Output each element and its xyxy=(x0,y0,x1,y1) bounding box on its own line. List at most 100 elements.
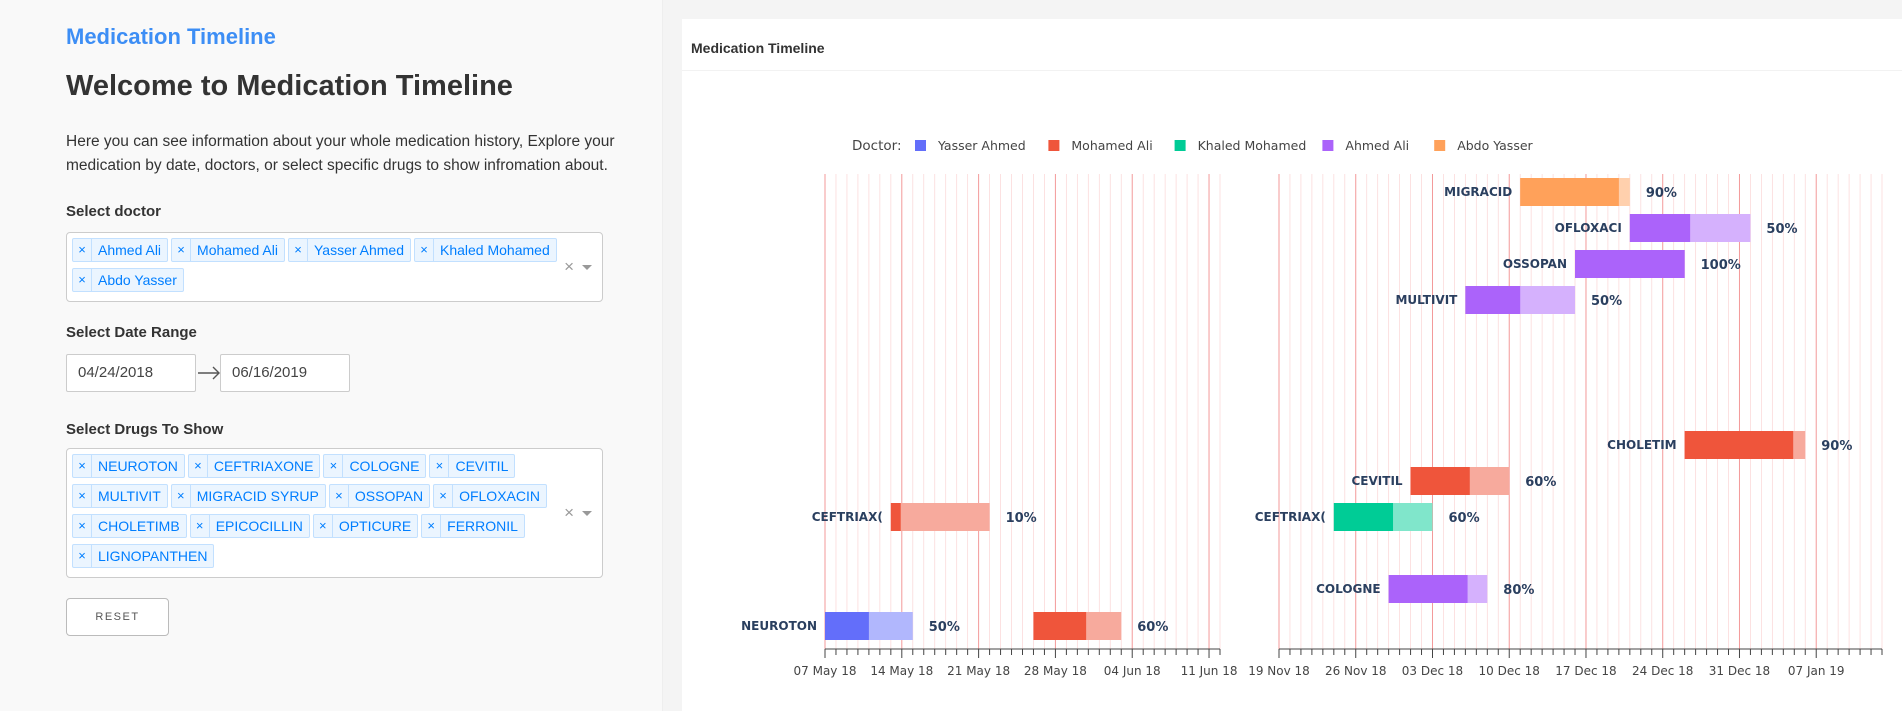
bar-percent-label: 10% xyxy=(1006,511,1037,526)
bar-progress[interactable] xyxy=(1333,503,1394,531)
drug-chip: × FERRONIL xyxy=(421,514,525,538)
drug-chip-label: MIGRACID SYRUP xyxy=(196,488,319,504)
remove-drug-icon[interactable]: × xyxy=(73,485,92,507)
chart-card: Medication Timeline Doctor: Yasser Ahmed M… xyxy=(682,19,1902,711)
remove-drug-icon[interactable]: × xyxy=(191,515,210,537)
drug-row-label: COLOGNE xyxy=(1316,582,1381,596)
x-tick-label: 03 Dec 18 xyxy=(1402,664,1463,678)
doctor-multiselect[interactable]: × Ahmed Ali × Mohamed Ali × Yasser Ahmed × Khal… xyxy=(66,232,603,302)
bar-progress[interactable] xyxy=(1575,250,1685,278)
doctor-chip-list: × Ahmed Ali × Mohamed Ali × Yasser Ahmed × Khal… xyxy=(72,238,562,298)
drug-row-label: CEFTRIAX( xyxy=(1255,510,1326,524)
doctor-chip: × Yasser Ahmed xyxy=(287,238,411,262)
clear-drugs-icon[interactable]: × xyxy=(564,503,574,523)
doctor-chip: × Abdo Yasser xyxy=(72,268,184,292)
legend-swatch[interactable] xyxy=(1434,140,1446,151)
drug-row-label: CEVITIL xyxy=(1352,474,1403,488)
drugs-select-controls: × xyxy=(564,503,592,523)
date-range-label: Select Date Range xyxy=(66,324,197,341)
drug-chip: × CHOLETIMB xyxy=(72,514,187,538)
drug-chip-label: CEFTRIAXONE xyxy=(213,458,314,474)
drugs-select-label: Select Drugs To Show xyxy=(66,421,224,438)
legend-swatch[interactable] xyxy=(1174,140,1186,151)
bar-progress[interactable] xyxy=(890,503,901,531)
remove-drug-icon[interactable]: × xyxy=(434,485,454,507)
remove-drug-icon[interactable]: × xyxy=(324,455,344,477)
remove-drug-icon[interactable]: × xyxy=(314,515,333,537)
clear-doctors-icon[interactable]: × xyxy=(564,257,574,277)
remove-drug-icon[interactable]: × xyxy=(422,515,442,537)
reset-button[interactable]: RESET xyxy=(66,598,169,636)
start-date-input[interactable]: 04/24/2018 xyxy=(66,354,196,392)
page-title: Welcome to Medication Timeline xyxy=(66,70,513,102)
legend-swatch[interactable] xyxy=(915,140,926,151)
remove-doctor-icon[interactable]: × xyxy=(172,239,192,261)
drug-chip: × MIGRACID SYRUP xyxy=(170,484,326,508)
x-tick-label: 19 Nov 18 xyxy=(1248,664,1310,678)
bar-progress[interactable] xyxy=(1033,612,1087,640)
control-panel: Medication Timeline Welcome to Medicatio… xyxy=(0,0,663,711)
doctor-select-controls: × xyxy=(564,257,592,277)
drug-chip: × MULTIVIT xyxy=(72,484,168,508)
legend-swatch[interactable] xyxy=(1322,140,1334,151)
remove-doctor-icon[interactable]: × xyxy=(73,239,92,261)
doctor-chip: × Ahmed Ali xyxy=(72,238,169,262)
drug-row-label: CEFTRIAX( xyxy=(812,510,883,524)
drug-chip-label: MULTIVIT xyxy=(98,488,161,504)
doctor-chip: × Khaled Mohamed xyxy=(414,238,557,262)
drug-chip-label: LIGNOPANTHEN xyxy=(98,548,208,564)
bar-percent-label: 50% xyxy=(929,620,960,635)
drugs-multiselect[interactable]: × NEUROTON × CEFTRIAXONE × COLOGNE × CEVITIL × MU… xyxy=(66,448,603,578)
remove-doctor-icon[interactable]: × xyxy=(289,239,308,261)
drug-chip-label: OSSOPAN xyxy=(354,488,424,504)
drug-chip-label: CEVITIL xyxy=(455,458,509,474)
bar-progress[interactable] xyxy=(1520,178,1619,206)
legend-swatch[interactable] xyxy=(1048,140,1060,151)
remove-drug-icon[interactable]: × xyxy=(189,455,208,477)
bar-progress[interactable] xyxy=(1465,286,1521,314)
x-tick-label: 28 May 18 xyxy=(1024,664,1087,678)
drug-chip: × NEUROTON xyxy=(72,454,185,478)
bar-progress[interactable] xyxy=(825,612,869,640)
drug-chip-label: OPTICURE xyxy=(338,518,412,534)
remove-drug-icon[interactable]: × xyxy=(73,455,92,477)
bar-percent-label: 60% xyxy=(1448,511,1479,526)
remove-drug-icon[interactable]: × xyxy=(172,485,191,507)
drug-chip-label: NEUROTON xyxy=(98,458,178,474)
legend-item[interactable]: Mohamed Ali xyxy=(1071,138,1152,153)
end-date-input[interactable]: 06/16/2019 xyxy=(220,354,350,392)
bar-progress[interactable] xyxy=(1684,431,1794,459)
bar-progress[interactable] xyxy=(1388,575,1468,603)
remove-drug-icon[interactable]: × xyxy=(73,515,92,537)
remove-drug-icon[interactable]: × xyxy=(73,545,92,567)
legend-item[interactable]: Khaled Mohamed xyxy=(1198,138,1307,153)
bar-percent-label: 50% xyxy=(1591,294,1622,309)
bar-percent-label: 100% xyxy=(1701,258,1741,273)
drug-chip-label: COLOGNE xyxy=(349,458,420,474)
x-tick-label: 17 Dec 18 xyxy=(1555,664,1616,678)
chevron-down-icon[interactable] xyxy=(582,264,592,270)
bar-progress[interactable] xyxy=(1629,214,1691,242)
doctor-chip: × Mohamed Ali xyxy=(171,238,285,262)
drug-row-label: MULTIVIT xyxy=(1395,293,1458,307)
legend-item[interactable]: Yasser Ahmed xyxy=(937,138,1026,153)
drug-chip-label: CHOLETIMB xyxy=(98,518,180,534)
drug-chip: × LIGNOPANTHEN xyxy=(72,544,215,568)
remove-doctor-icon[interactable]: × xyxy=(73,269,92,291)
remove-doctor-icon[interactable]: × xyxy=(415,239,434,261)
chevron-down-icon[interactable] xyxy=(582,510,592,516)
drug-chip: × OSSOPAN xyxy=(328,484,431,508)
legend-item[interactable]: Abdo Yasser xyxy=(1457,138,1533,153)
x-tick-label: 11 Jun 18 xyxy=(1181,664,1238,678)
bar-progress[interactable] xyxy=(1410,467,1470,495)
x-tick-label: 04 Jun 18 xyxy=(1104,664,1161,678)
doctor-chip-label: Khaled Mohamed xyxy=(440,242,550,258)
doctor-chip-label: Abdo Yasser xyxy=(98,272,177,288)
timeline-chart[interactable]: Doctor: Yasser Ahmed Mohamed Ali Khaled Moh… xyxy=(682,19,1902,711)
x-tick-label: 26 Nov 18 xyxy=(1325,664,1387,678)
remove-drug-icon[interactable]: × xyxy=(430,455,450,477)
remove-drug-icon[interactable]: × xyxy=(330,485,349,507)
drug-row-label: OFLOXACI xyxy=(1555,221,1622,235)
legend-item[interactable]: Ahmed Ali xyxy=(1345,138,1409,153)
bar-remaining[interactable] xyxy=(890,503,990,531)
